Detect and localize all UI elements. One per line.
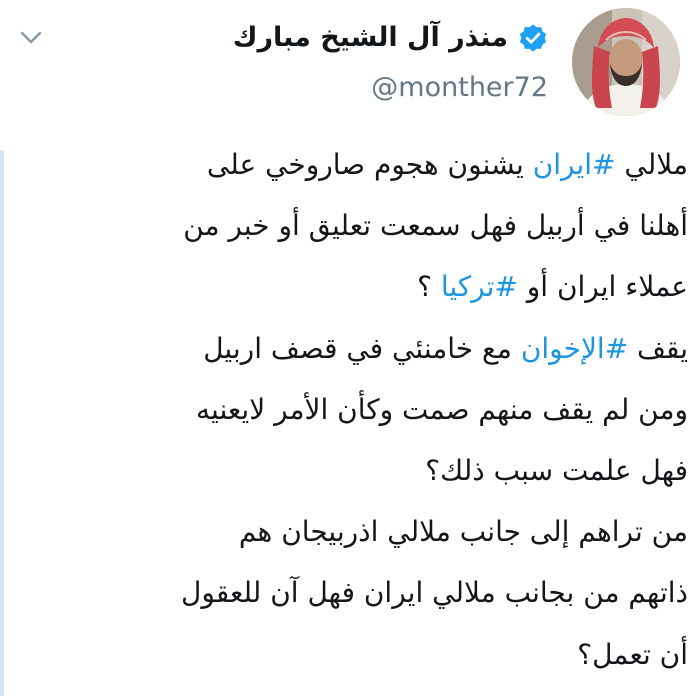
text-segment: عملاء ايران أو	[517, 270, 688, 304]
text-segment: مع خامنئي في قصف اربيل	[203, 331, 521, 365]
hashtag-link[interactable]: #الإخوان	[521, 332, 628, 365]
tweet-line: ومن لم يقف منهم صمت وكأن الأمر لايعنيه	[8, 379, 688, 440]
text-segment: ذاتهم من بجانب ملالي ايران فهل آن للعقول	[181, 576, 688, 610]
text-segment: أن تعمل؟	[577, 637, 688, 671]
text-segment: ومن لم يقف منهم صمت وكأن الأمر لايعنيه	[195, 392, 688, 426]
author-name-row: منذر آل الشيخ مبارك	[233, 20, 548, 56]
text-segment: ملالي	[615, 148, 688, 181]
tweet-line: ذاتهم من بجانب ملالي ايران فهل آن للعقول	[8, 562, 688, 623]
thread-edge	[0, 150, 4, 696]
text-segment: أهلنا في أربيل فهل سمعت تعليق أو خبر من	[183, 209, 688, 243]
text-segment: يقف	[628, 331, 688, 365]
author-display-name[interactable]: منذر آل الشيخ مبارك	[233, 20, 508, 56]
chevron-down-icon[interactable]	[18, 24, 44, 50]
text-segment: يشنون هجوم صاروخي على	[206, 148, 533, 181]
tweet-line: من تراهم إلى جانب ملالي اذربيجان هم	[8, 501, 688, 562]
avatar-image	[572, 8, 680, 116]
tweet-line: عملاء ايران أو #تركيا ؟	[8, 256, 688, 317]
avatar[interactable]	[572, 8, 680, 116]
text-segment: ؟	[417, 270, 441, 304]
author-handle[interactable]: @monther72	[371, 70, 548, 106]
tweet-line: أن تعمل؟	[8, 624, 688, 685]
text-segment: من تراهم إلى جانب ملالي اذربيجان هم	[238, 515, 688, 549]
tweet-line: يقف #الإخوان مع خامنئي في قصف اربيل	[8, 318, 688, 379]
tweet-line: ملالي #ايران يشنون هجوم صاروخي على	[8, 134, 688, 195]
text-segment: فهل علمت سبب ذلك؟	[425, 453, 688, 487]
tweet-line: أهلنا في أربيل فهل سمعت تعليق أو خبر من	[8, 195, 688, 256]
hashtag-link[interactable]: #ايران	[533, 148, 616, 181]
tweet-line: فهل علمت سبب ذلك؟	[8, 440, 688, 501]
verified-badge-icon	[519, 24, 547, 52]
tweet-text: ملالي #ايران يشنون هجوم صاروخي على أهلنا…	[8, 134, 688, 685]
hashtag-link[interactable]: #تركيا	[441, 270, 518, 303]
